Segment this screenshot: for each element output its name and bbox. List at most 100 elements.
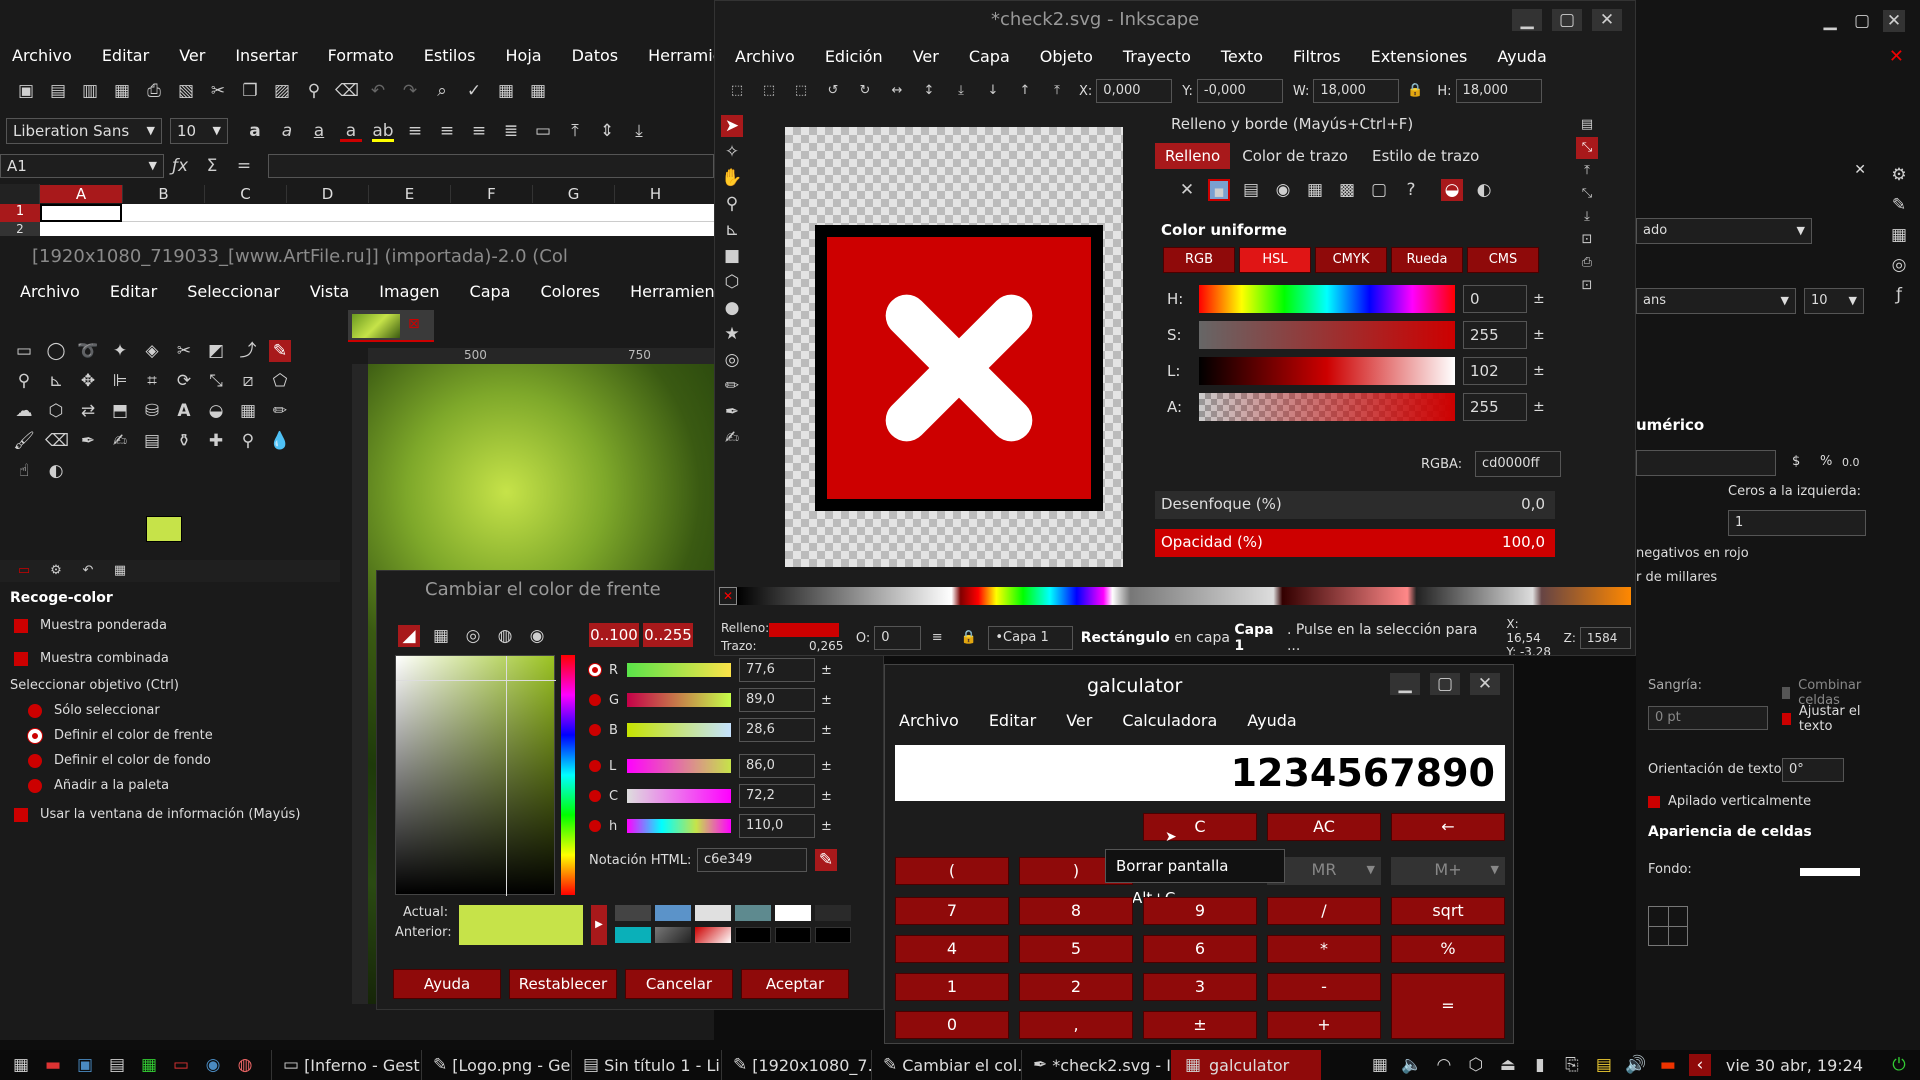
color-picker-icon[interactable]: ✎ [269, 340, 291, 362]
pdf-icon[interactable]: ▦ [111, 80, 133, 102]
justify-icon[interactable]: ≣ [500, 120, 522, 142]
foreground-select-icon[interactable]: ◩ [205, 340, 227, 362]
gallery-tab-icon[interactable]: ▦ [1888, 224, 1910, 246]
multiply-button[interactable]: * [1267, 935, 1381, 963]
libre-menu-6[interactable]: Hoja [506, 46, 542, 65]
box3d-icon[interactable]: ⬡ [721, 271, 743, 293]
gradient-icon[interactable]: ▦ [237, 400, 259, 422]
selected-rect[interactable] [815, 225, 1103, 511]
paths-icon[interactable]: ⤴ [237, 340, 259, 362]
col-header[interactable]: G [532, 185, 614, 203]
libre-menu-2[interactable]: Ver [179, 46, 205, 65]
font-box[interactable]: ans ▼ [1636, 288, 1796, 314]
libre-menu-7[interactable]: Datos [572, 46, 619, 65]
flat-color-icon[interactable]: ▪ [1208, 179, 1230, 202]
undo-tab-icon[interactable]: ↶ [77, 560, 99, 582]
radio[interactable] [28, 703, 42, 718]
spin-icon[interactable]: ± [821, 693, 832, 708]
spin-icon[interactable]: ± [1533, 291, 1545, 307]
select-all-icon[interactable]: ⬚ [726, 80, 748, 102]
mode-rgb[interactable]: RGB [1163, 247, 1235, 273]
ink-menu-8[interactable]: Extensiones [1371, 47, 1468, 66]
arrow-left-icon[interactable]: ‹ [1688, 1054, 1711, 1076]
airbrush-icon[interactable]: ✒ [77, 430, 99, 452]
row-icon[interactable]: ▦ [495, 80, 517, 102]
ink-menu-5[interactable]: Trayecto [1123, 47, 1191, 66]
spin-icon[interactable]: ± [821, 663, 832, 678]
clone-stamp-icon[interactable]: ⚱ [173, 430, 195, 452]
inkscape-canvas[interactable] [785, 127, 1123, 567]
close-icon[interactable]: ✕ [1592, 9, 1622, 31]
indent-input[interactable]: 0 pt [1648, 706, 1768, 730]
navigator-tab-icon[interactable]: ◎ [1888, 254, 1910, 276]
digit-button[interactable]: 0 [895, 1011, 1009, 1039]
channel-value[interactable]: 77,6 [739, 658, 815, 682]
percent-button[interactable]: % [1391, 935, 1505, 963]
plus-button[interactable]: + [1267, 1011, 1381, 1039]
radio-checked[interactable] [28, 728, 42, 743]
eject-icon[interactable]: ⏏ [1497, 1054, 1519, 1076]
no-paint-icon[interactable]: ✕ [1176, 179, 1198, 201]
col-header[interactable]: F [450, 185, 532, 203]
cmyk-selector-icon[interactable]: ▦ [430, 625, 452, 647]
opacity-input-status[interactable]: 0 [874, 626, 922, 650]
galc-menu-3[interactable]: Calculadora [1122, 711, 1217, 730]
maximize-icon[interactable]: ▢ [1430, 673, 1460, 695]
monitor-icon[interactable]: ▣ [74, 1054, 96, 1076]
redo-icon[interactable]: ↷ [399, 80, 421, 102]
bg-color-bar[interactable] [1800, 868, 1860, 876]
zoom-input[interactable]: 1584 [1579, 627, 1631, 649]
channel-slider[interactable] [627, 693, 731, 707]
bottom-align-icon[interactable]: ⤓ [628, 120, 650, 142]
perspective-icon[interactable]: ⬠ [269, 370, 291, 392]
clear-button[interactable]: C [1143, 813, 1257, 841]
grid-row-2[interactable]: 2 [0, 222, 714, 236]
ink-menu-4[interactable]: Objeto [1040, 47, 1093, 66]
style-box[interactable]: ado ▼ [1636, 218, 1812, 244]
move-icon[interactable]: ✥ [77, 370, 99, 392]
range-255[interactable]: 0..255 [643, 623, 693, 647]
ellipse-icon[interactable]: ● [721, 297, 743, 319]
highlight-icon[interactable]: ab [372, 120, 394, 142]
ink-menu-0[interactable]: Archivo [735, 47, 795, 66]
selected-cell[interactable] [40, 204, 122, 222]
italic-icon[interactable]: a [276, 120, 298, 142]
terminal-icon[interactable]: ▤ [106, 1054, 128, 1076]
history-swatch[interactable] [775, 927, 811, 943]
persp-clone-icon[interactable]: ⚲ [237, 430, 259, 452]
tray-app-icon[interactable]: ▦ [1369, 1054, 1391, 1076]
decimal-symbol[interactable]: 0.0 [1842, 456, 1860, 469]
channel-slider[interactable] [627, 759, 731, 773]
lightness-slider[interactable] [1199, 357, 1455, 385]
libre-menu-8[interactable]: Herramientas [648, 46, 714, 65]
align-left-icon[interactable]: ≡ [404, 120, 426, 142]
radio[interactable] [589, 694, 601, 706]
checkbox[interactable] [1648, 795, 1660, 808]
hue-slider[interactable] [1199, 285, 1455, 313]
ellipse-select-icon[interactable]: ◯ [45, 340, 67, 362]
x-input[interactable]: 0,000 [1096, 79, 1173, 103]
col-header[interactable]: B [122, 185, 204, 203]
channel-slider[interactable] [627, 789, 731, 803]
history-swatch[interactable] [695, 905, 731, 921]
radio[interactable] [589, 760, 601, 772]
gimp-menu-6[interactable]: Colores [540, 282, 600, 301]
gimp-menu-3[interactable]: Vista [310, 282, 349, 301]
digit-button[interactable]: 7 [895, 897, 1009, 925]
bucket-icon[interactable]: ⛁ [141, 400, 163, 422]
selector-icon[interactable]: ➤ [721, 115, 743, 137]
task-item[interactable]: ▭[Inferno - Gest... [271, 1050, 421, 1080]
print-icon[interactable]: ⎙ [1576, 252, 1598, 274]
fill-indicator[interactable] [769, 623, 839, 637]
slider-value[interactable]: 255 [1463, 321, 1527, 349]
zoom-icon[interactable]: ⚲ [13, 370, 35, 392]
gimp-selector-icon[interactable]: ◢ [398, 625, 420, 647]
function-wizard-icon[interactable]: ƒx [169, 155, 191, 177]
functions-tab-icon[interactable]: ƒ [1888, 284, 1910, 306]
snap-bbox-icon[interactable]: ⤡ [1576, 183, 1598, 205]
flip-v-icon[interactable]: ↕ [918, 80, 940, 102]
lower-icon[interactable]: ↓ [982, 80, 1004, 102]
col-icon[interactable]: ▦ [527, 80, 549, 102]
checkbox[interactable] [1782, 687, 1791, 699]
cancel-button[interactable]: Cancelar [625, 969, 733, 999]
